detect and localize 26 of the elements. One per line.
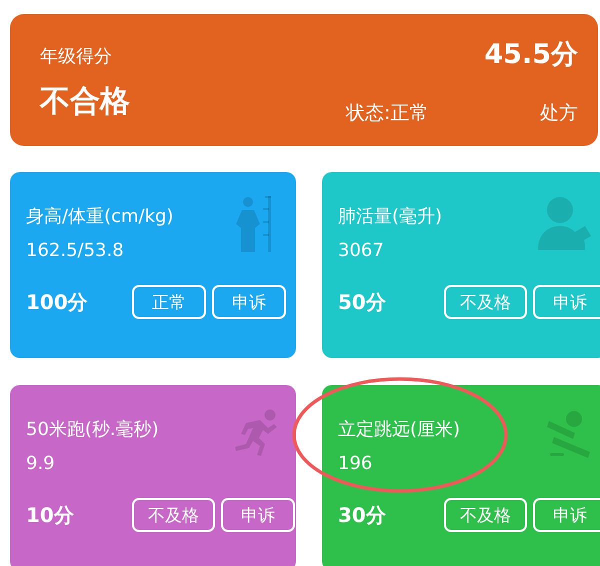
test-item-score: 30分 (338, 502, 387, 528)
test-item-value: 196 (338, 453, 372, 474)
test-item-title: 身高/体重(cm/kg) (26, 205, 174, 228)
status-tag-button[interactable]: 申诉 (212, 285, 286, 319)
test-item-title: 肺活量(毫升) (338, 205, 442, 228)
test-item-value: 162.5/53.8 (26, 240, 124, 261)
status-tag-button[interactable]: 不及格 (444, 498, 527, 532)
test-item-value: 3067 (338, 240, 384, 261)
status-tag-button[interactable]: 正常 (132, 285, 206, 319)
test-item-title: 立定跳远(厘米) (338, 418, 460, 441)
status-tag-button[interactable]: 申诉 (221, 498, 295, 532)
total-score: 45.5分 (484, 38, 578, 72)
test-item-value: 9.9 (26, 453, 55, 474)
test-item-score: 10分 (26, 502, 75, 528)
test-item-title: 50米跑(秒.毫秒) (26, 418, 159, 441)
status-tag-button[interactable]: 申诉 (533, 498, 600, 532)
grade-result: 不合格 (40, 82, 131, 120)
prescription-link[interactable]: 处方 (484, 100, 578, 126)
status-tag-button[interactable]: 不及格 (132, 498, 215, 532)
status-tag-button[interactable]: 申诉 (533, 285, 600, 319)
status-tag-button[interactable]: 不及格 (444, 285, 527, 319)
status-text: 状态:正常 (346, 101, 428, 126)
person-icon (538, 196, 594, 252)
grade-score-label: 年级得分 (40, 45, 113, 68)
test-item-score: 100分 (26, 288, 89, 316)
test-item-score: 50分 (338, 288, 387, 316)
